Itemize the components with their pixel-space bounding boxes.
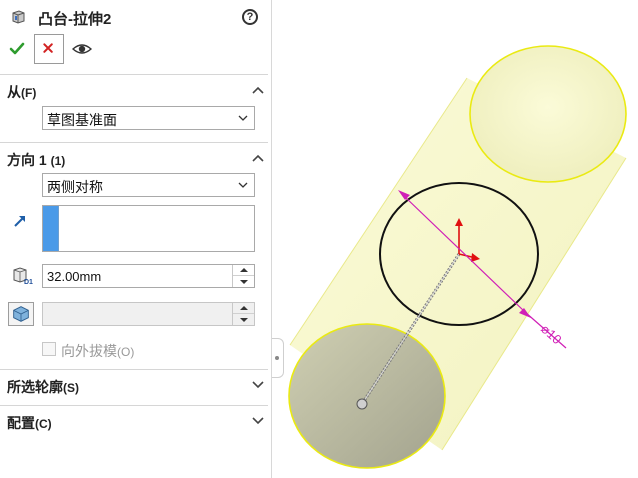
depth-icon: D1 xyxy=(13,267,33,285)
section-divider xyxy=(0,369,268,370)
draft-outward-suffix: (O) xyxy=(117,345,135,359)
panel-splitter-handle[interactable] xyxy=(272,338,284,378)
close-icon xyxy=(43,43,53,53)
extrude-handle-end[interactable] xyxy=(356,398,368,410)
draft-spinner xyxy=(232,303,254,325)
draft-outward-checkbox[interactable] xyxy=(42,342,56,356)
splitter-grip xyxy=(275,356,279,360)
depth-value: 32.00mm xyxy=(47,269,102,284)
chevron-down-icon xyxy=(238,115,248,121)
cancel-button[interactable] xyxy=(34,34,64,64)
expand-chevron-down-icon[interactable] xyxy=(252,381,264,389)
model-view[interactable]: ⌀10 xyxy=(285,0,638,478)
configurations-title-suffix: (C) xyxy=(35,417,52,431)
help-button[interactable]: ? xyxy=(242,9,258,25)
from-title-text: 从 xyxy=(7,84,21,100)
depth-input[interactable]: 32.00mm xyxy=(42,264,255,288)
collapse-chevron-up-icon[interactable] xyxy=(252,86,264,94)
end-condition-select[interactable]: 两侧对称 xyxy=(42,173,255,197)
from-section-title[interactable]: 从(F) xyxy=(7,82,36,102)
start-condition-value: 草图基准面 xyxy=(47,112,117,128)
configurations-title-text: 配置 xyxy=(7,415,35,431)
arrow-up-icon xyxy=(239,268,248,272)
property-manager-panel: 凸台-拉伸2 ? 从(F) 草图基准面 方向 1 (1) 两侧对称 D1 32.… xyxy=(0,0,272,478)
draft-outward-label: 向外拔模(O) xyxy=(61,341,134,361)
section-divider xyxy=(0,142,268,143)
start-condition-select[interactable]: 草图基准面 xyxy=(42,106,255,130)
configurations-section-title[interactable]: 配置(C) xyxy=(7,413,52,433)
selected-contours-title-text: 所选轮廓 xyxy=(7,379,63,395)
draft-toggle-button[interactable] xyxy=(8,302,34,326)
cylinder-top-face[interactable] xyxy=(469,45,627,183)
end-condition-value: 两侧对称 xyxy=(47,179,103,195)
collapse-chevron-up-icon[interactable] xyxy=(252,154,264,162)
draft-icon xyxy=(13,306,29,322)
direction-reference-listbox[interactable] xyxy=(42,205,255,252)
arrow-up-icon xyxy=(239,306,248,310)
listbox-selection-indicator xyxy=(43,206,59,251)
graphics-viewport[interactable]: ⌀10 xyxy=(285,0,638,478)
selected-contours-title-suffix: (S) xyxy=(63,381,79,395)
depth-spinner xyxy=(232,265,254,287)
reverse-direction-arrow-icon[interactable] xyxy=(12,213,28,229)
arrow-down-icon xyxy=(239,317,248,322)
direction1-section-title[interactable]: 方向 1 (1) xyxy=(7,150,65,170)
direction1-title-suffix: (1) xyxy=(50,154,66,168)
spinner-up-button[interactable] xyxy=(233,265,254,276)
preview-eye-icon[interactable] xyxy=(72,41,92,57)
ok-button[interactable] xyxy=(8,40,26,58)
spinner-down-button[interactable] xyxy=(233,276,254,287)
section-divider xyxy=(0,74,268,75)
direction1-title-text: 方向 1 xyxy=(7,152,47,168)
page-title: 凸台-拉伸2 xyxy=(38,11,112,28)
from-title-suffix: (F) xyxy=(21,86,37,100)
spinner-down-button[interactable] xyxy=(233,314,254,325)
arrow-down-icon xyxy=(239,279,248,284)
selected-contours-section-title[interactable]: 所选轮廓(S) xyxy=(7,377,79,397)
expand-chevron-down-icon[interactable] xyxy=(252,417,264,425)
draft-angle-input[interactable] xyxy=(42,302,255,326)
section-divider xyxy=(0,405,268,406)
chevron-down-icon xyxy=(238,182,248,188)
draft-outward-text: 向外拔模 xyxy=(61,343,117,359)
boss-extrude-icon xyxy=(12,10,25,24)
svg-text:D1: D1 xyxy=(24,279,33,285)
spinner-up-button[interactable] xyxy=(233,303,254,314)
